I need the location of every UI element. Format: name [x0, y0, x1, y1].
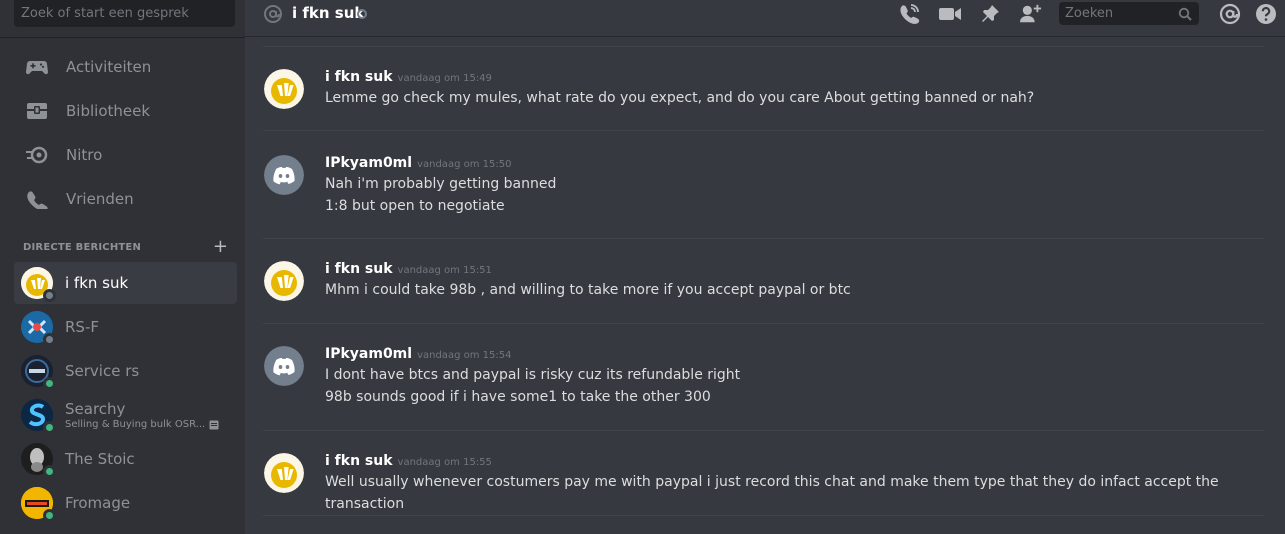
channel-name: i fkn suk	[292, 4, 365, 22]
dm-item-the-stoic[interactable]: The Stoic	[14, 438, 237, 480]
dm-item-rs-f[interactable]: RS-F	[14, 306, 237, 348]
avatar[interactable]	[264, 453, 304, 493]
message-author[interactable]: i fkn suk	[325, 69, 393, 85]
dm-status-text: Selling & Buying bulk OSR...	[65, 419, 206, 430]
message-timestamp: vandaag om 15:49	[397, 73, 492, 84]
discord-app: Zoek of start een gesprek Activiteiten B…	[0, 0, 1285, 534]
dm-name: Searchy	[65, 400, 126, 418]
direct-messages-title: DIRECTE BERICHTEN	[23, 241, 142, 253]
avatar	[21, 311, 56, 346]
dm-custom-status: Selling & Buying bulk OSR...	[65, 419, 219, 430]
message-text: Well usually whenever costumers pay me w…	[325, 474, 1219, 490]
gamepad-icon	[24, 54, 50, 80]
avatar	[21, 355, 56, 390]
dm-item-fromage[interactable]: Fromage	[14, 482, 237, 524]
status-online-indicator	[43, 377, 56, 390]
dm-name: Service rs	[65, 362, 140, 380]
mentions-icon[interactable]	[1219, 3, 1241, 25]
message-divider	[263, 46, 1264, 47]
nav-activities[interactable]: Activiteiten	[14, 47, 237, 87]
message-divider	[263, 238, 1264, 239]
status-offline-indicator	[43, 289, 56, 302]
message-author[interactable]: IPkyam0ml	[325, 155, 412, 171]
dm-sidebar: Zoek of start een gesprek Activiteiten B…	[0, 0, 245, 534]
message-author[interactable]: IPkyam0ml	[325, 346, 412, 362]
dm-name: The Stoic	[65, 450, 135, 468]
message-text: Mhm i could take 98b , and willing to ta…	[325, 282, 851, 298]
avatar	[21, 487, 56, 522]
new-dm-plus-icon[interactable]: +	[213, 238, 228, 256]
message-text: 1:8 but open to negotiate	[325, 198, 505, 214]
voice-call-icon[interactable]	[898, 3, 920, 25]
nav-library[interactable]: Bibliotheek	[14, 91, 237, 131]
add-friend-to-dm-icon[interactable]	[1020, 3, 1042, 25]
status-offline-indicator	[43, 333, 56, 346]
friends-icon	[24, 186, 50, 212]
dm-name: i fkn suk	[65, 274, 129, 292]
avatar	[21, 443, 56, 478]
dm-name: Fromage	[65, 494, 131, 512]
message-author[interactable]: i fkn suk	[325, 261, 393, 277]
nav-label: Activiteiten	[66, 58, 152, 76]
message-timestamp: vandaag om 15:54	[417, 350, 512, 361]
search-input[interactable]: Zoeken	[1059, 2, 1199, 25]
library-icon	[24, 98, 50, 124]
nav-nitro[interactable]: Nitro	[14, 135, 237, 175]
search-icon	[1178, 6, 1192, 29]
at-icon	[263, 4, 283, 24]
sidebar-divider	[0, 37, 245, 38]
nav-label: Vrienden	[66, 190, 134, 208]
nitro-icon	[24, 142, 50, 168]
message-divider	[263, 515, 1264, 516]
message-text: 98b sounds good if i have some1 to take …	[325, 389, 711, 405]
help-icon[interactable]	[1255, 3, 1277, 25]
nav-friends[interactable]: Vrienden	[14, 179, 237, 219]
message-text: Lemme go check my mules, what rate do yo…	[325, 90, 1035, 106]
status-online-indicator	[43, 465, 56, 478]
avatar	[21, 267, 56, 302]
dm-item-i-fkn-suk[interactable]: i fkn suk	[14, 262, 237, 304]
find-conversation-input[interactable]: Zoek of start een gesprek	[14, 0, 235, 27]
status-online-indicator	[43, 509, 56, 522]
discord-avatar-icon[interactable]	[264, 346, 304, 386]
video-call-icon[interactable]	[939, 3, 961, 25]
message-divider	[263, 130, 1264, 131]
nav-label: Nitro	[66, 146, 103, 164]
message-text: transaction	[325, 496, 405, 512]
pin-icon[interactable]	[979, 3, 1001, 25]
channel-header: i fkn suk Zoeken	[245, 0, 1285, 37]
message-timestamp: vandaag om 15:51	[397, 265, 492, 276]
avatar[interactable]	[264, 261, 304, 301]
dm-item-searchy[interactable]: Searchy Selling & Buying bulk OSR...	[14, 394, 237, 436]
discord-avatar-icon[interactable]	[264, 155, 304, 195]
message-author[interactable]: i fkn suk	[325, 453, 393, 469]
status-offline-icon	[357, 9, 367, 19]
nav-label: Bibliotheek	[66, 102, 151, 120]
status-online-indicator	[43, 421, 56, 434]
dm-name: RS-F	[65, 318, 99, 336]
message-divider	[263, 430, 1264, 431]
search-placeholder: Zoeken	[1065, 6, 1114, 21]
message-divider	[263, 323, 1264, 324]
note-icon	[209, 420, 219, 429]
avatar[interactable]	[264, 69, 304, 109]
message-text: I dont have btcs and paypal is risky cuz…	[325, 367, 741, 383]
avatar	[21, 399, 56, 434]
message-text: Nah i'm probably getting banned	[325, 176, 557, 192]
direct-messages-header: DIRECTE BERICHTEN +	[23, 238, 228, 256]
message-timestamp: vandaag om 15:55	[397, 457, 492, 468]
message-timestamp: vandaag om 15:50	[417, 159, 512, 170]
dm-item-service-rs[interactable]: Service rs	[14, 350, 237, 392]
